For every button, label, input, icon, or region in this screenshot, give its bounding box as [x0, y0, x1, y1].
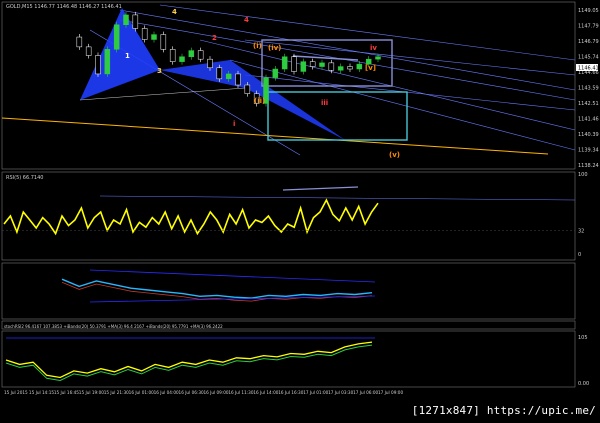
wave-label: iv: [370, 44, 377, 52]
wave-label: 3: [157, 67, 162, 75]
last-price-label: 1146.41: [578, 66, 599, 72]
price-y-tick: 1147.79: [578, 24, 599, 30]
rsi-y-tick: 100: [578, 172, 588, 178]
watermark: [1271x847] https://upic.me/: [411, 404, 596, 417]
price-candle: [216, 67, 223, 80]
x-axis-label: 15 Jul 2015: [4, 390, 28, 395]
price-candle: [207, 58, 213, 69]
x-axis-label: 16 Jul 01:00: [129, 390, 154, 395]
wave-label: (v): [389, 151, 400, 159]
price-candle: [281, 56, 288, 70]
x-axis-label: 16 Jul 04:00: [154, 390, 179, 395]
price-candle: [337, 66, 344, 71]
symbol-header: GOLD,M15 1146.77 1146.48 1146.27 1146.41: [6, 4, 122, 10]
price-y-tick: 1149.05: [578, 8, 599, 14]
x-axis-label: 16 Jul 14:00: [253, 390, 278, 395]
price-y-tick: 1138.24: [578, 163, 599, 169]
price-candle: [113, 24, 120, 50]
x-axis-label: 16 Jul 16:30: [278, 390, 303, 395]
price-y-tick: 1140.39: [578, 132, 599, 138]
price-candle: [244, 84, 251, 94]
trading-chart: GOLD,M15 1146.77 1146.48 1146.27 1146.41…: [0, 0, 600, 419]
price-candle: [104, 49, 111, 75]
price-candle: [179, 56, 185, 62]
x-axis-label: 15 Jul 19:00: [79, 390, 104, 395]
price-candle: [291, 56, 297, 72]
wave-label: i: [233, 120, 235, 128]
stochrsi-y-tick: 0.00: [578, 381, 589, 387]
chart-area: GOLD,M15 1146.77 1146.48 1146.27 1146.41…: [0, 0, 600, 419]
price-candle: [85, 46, 92, 56]
stochrsi-y-tick: 105: [578, 335, 588, 341]
wave-label: 2: [212, 34, 217, 42]
price-y-tick: 1142.51: [578, 101, 599, 107]
x-axis-label: 17 Jul 09:00: [378, 390, 403, 395]
wave-label: (ii): [254, 97, 265, 105]
x-axis-label: 17 Jul 06:00: [353, 390, 378, 395]
price-y-tick: 1139.34: [578, 148, 599, 154]
price-candle: [132, 14, 139, 29]
rsi-y-tick: 32: [578, 228, 584, 234]
wave-label: (iv): [268, 44, 281, 52]
wave-label: iii: [321, 99, 328, 107]
price-candle: [169, 49, 176, 62]
price-candle: [123, 14, 129, 26]
wave-label: 4: [172, 8, 177, 16]
x-axis-label: 17 Jul 03:30: [328, 390, 353, 395]
price-y-tick: 1145.74: [578, 55, 599, 61]
wave-label: 1: [125, 52, 130, 60]
rsi-title: RSI(5) 66.7140: [6, 175, 43, 181]
price-candle: [76, 36, 83, 48]
price-candle: [188, 50, 195, 57]
x-axis-label: 16 Jul 06:30: [179, 390, 204, 395]
rsi-y-tick: 0: [578, 252, 581, 258]
x-axis-label: 15 Jul 16:45: [54, 390, 79, 395]
price-y-tick: 1141.46: [578, 117, 599, 123]
price-candle: [197, 50, 204, 60]
wave-label: (i): [253, 42, 262, 50]
x-axis-label: 15 Jul 14:15: [29, 390, 54, 395]
price-candle: [347, 66, 353, 70]
price-candle: [375, 56, 381, 60]
price-candle: [300, 61, 307, 72]
price-y-tick: 1143.59: [578, 86, 599, 92]
price-candle: [225, 73, 232, 80]
price-candle: [328, 62, 335, 71]
price-candle: [272, 68, 279, 78]
price-candle: [309, 61, 316, 67]
price-candle: [141, 28, 148, 40]
x-axis-label: 16 Jul 11:30: [228, 390, 253, 395]
price-candle: [95, 55, 101, 75]
price-candle: [319, 62, 325, 67]
stochrsi-title: stochRSI2 96.4167 107.3853 +iBands(20) 5…: [4, 324, 223, 329]
x-axis-label: 15 Jul 21:30: [104, 390, 129, 395]
price-y-tick: 1146.79: [578, 39, 599, 45]
price-candle: [356, 63, 363, 70]
wave-label: [v]: [365, 64, 376, 72]
wave-label: 4: [244, 16, 249, 24]
price-candle: [235, 73, 241, 86]
x-axis-label: 16 Jul 09:00: [203, 390, 228, 395]
price-candle: [151, 34, 157, 40]
x-axis-label: 17 Jul 01:00: [303, 390, 328, 395]
price-candle: [160, 34, 167, 50]
